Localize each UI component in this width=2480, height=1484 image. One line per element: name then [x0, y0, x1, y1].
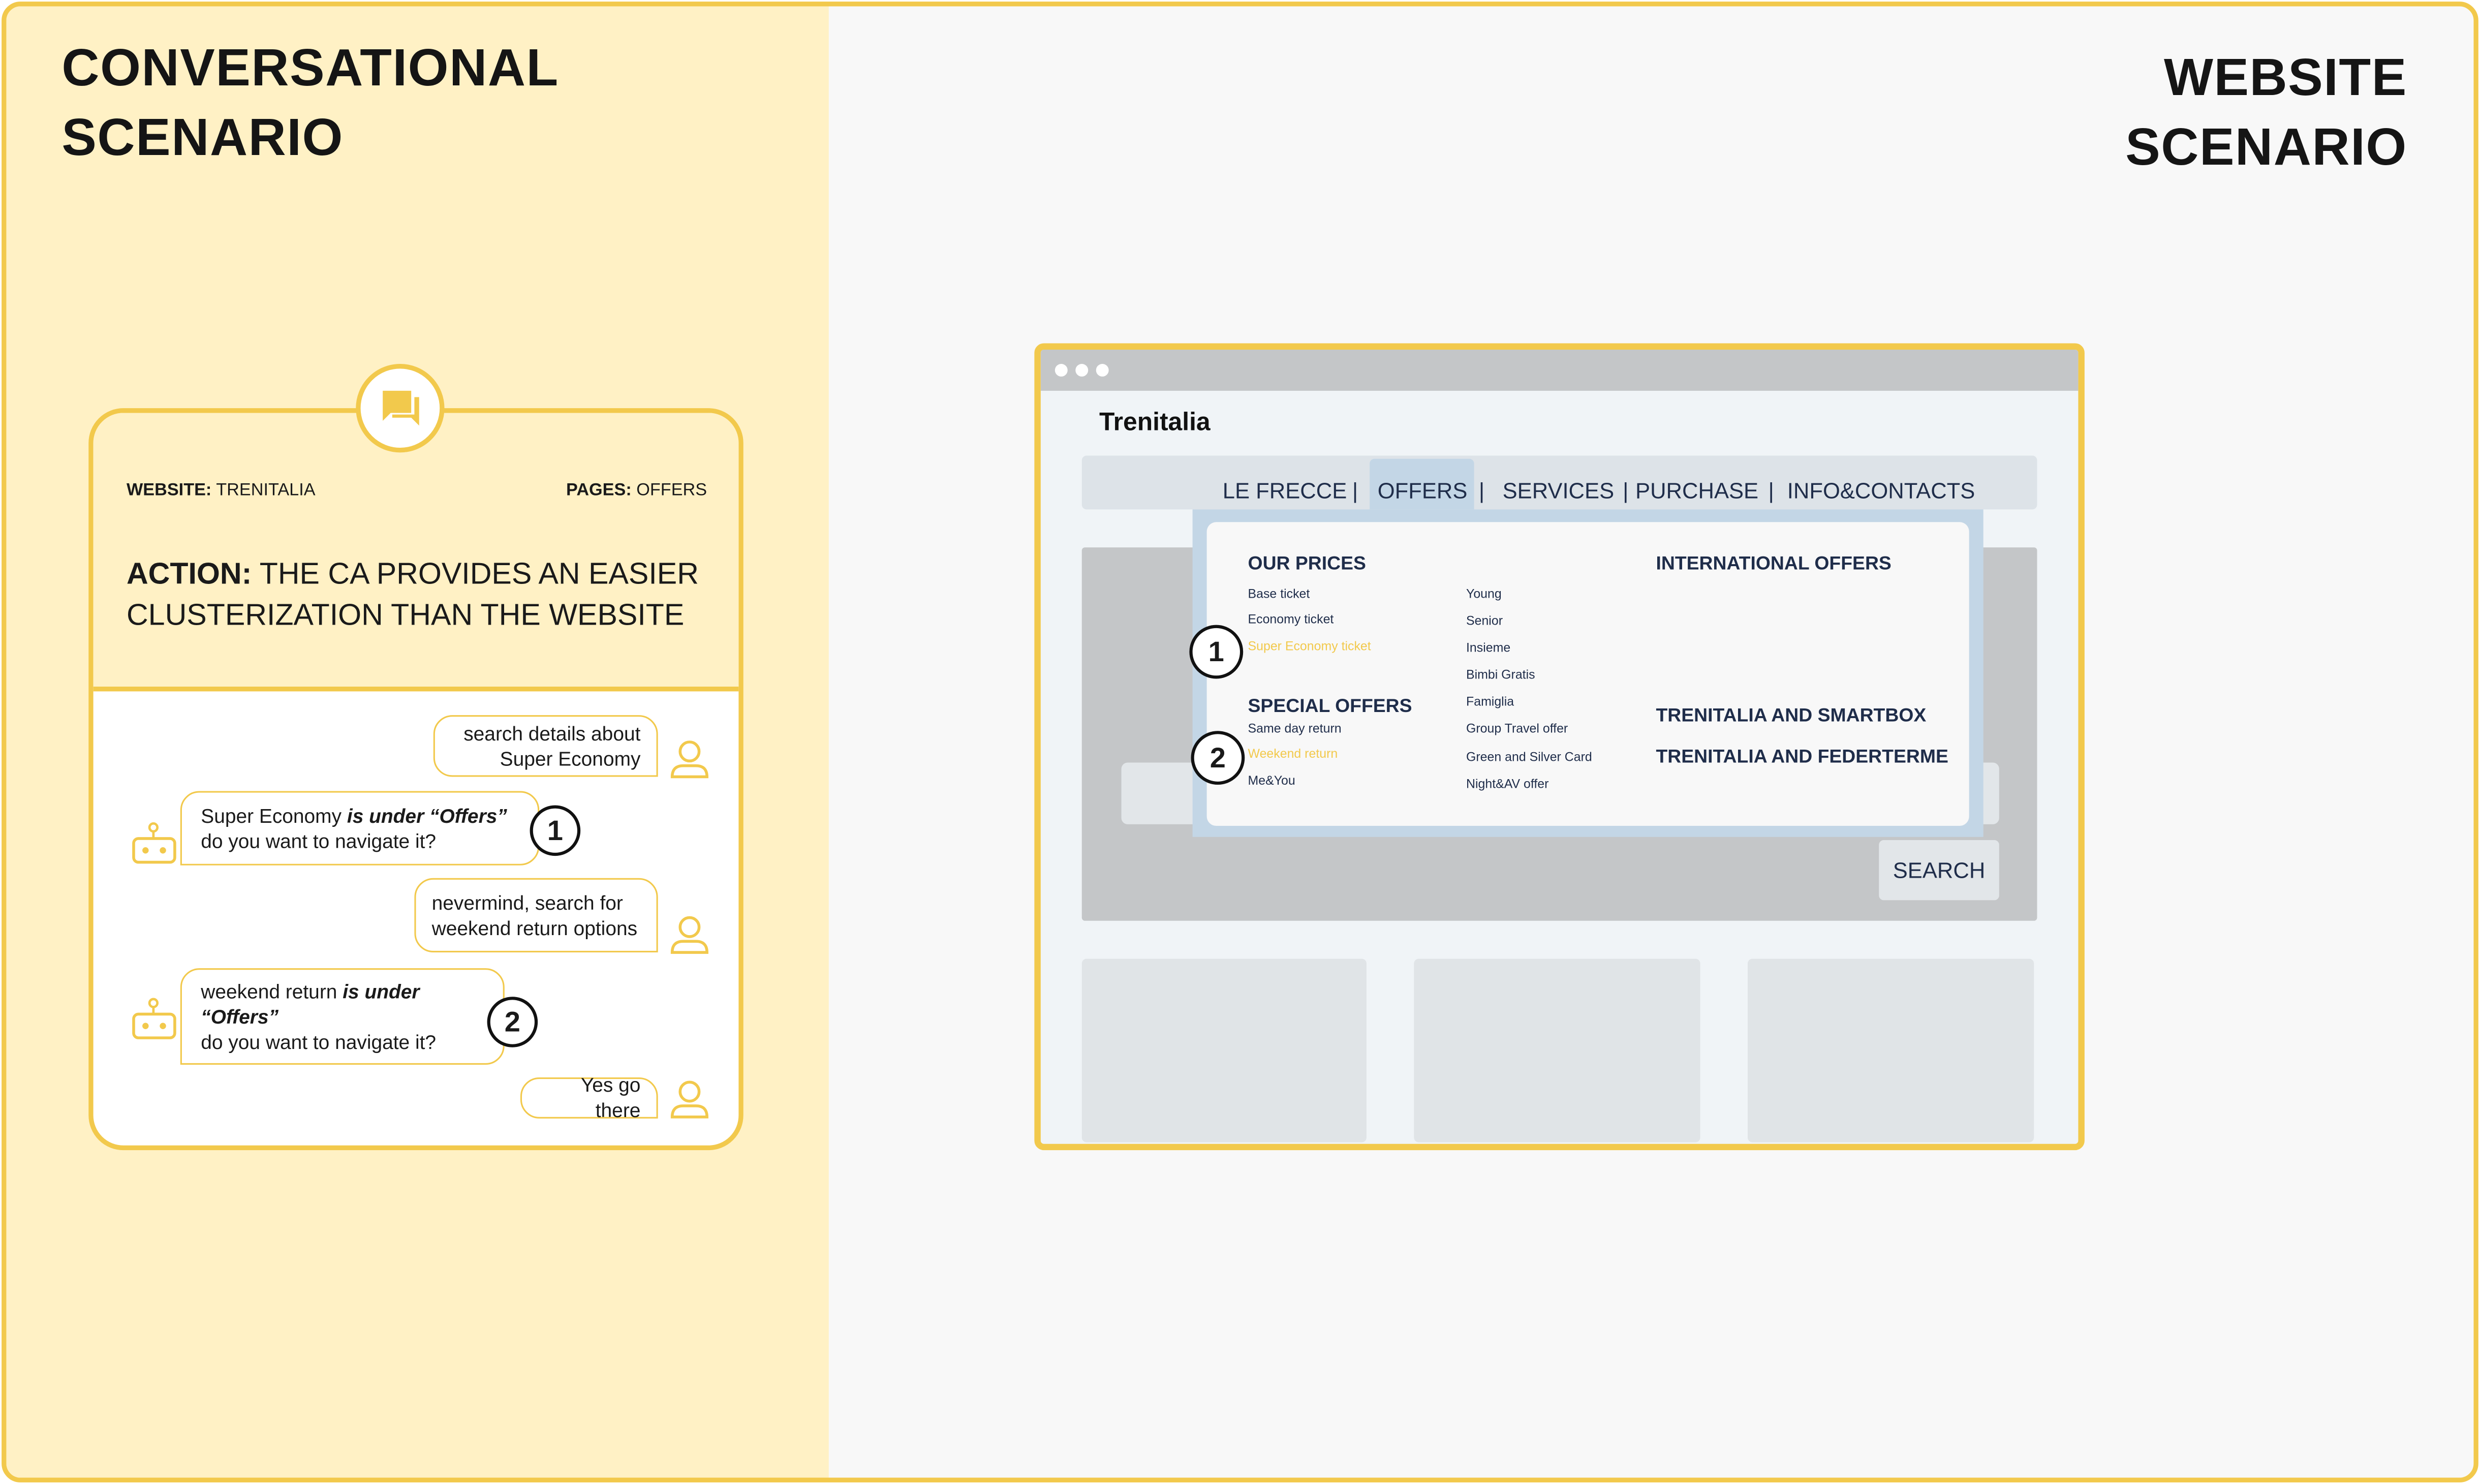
- title-line: SCENARIO: [2125, 117, 2407, 176]
- figure-frame: CONVERSATIONAL SCENARIO WEBSITE SCENARIO W…: [2, 2, 2478, 1482]
- menu-item-weekend-return[interactable]: Weekend return: [1248, 747, 1338, 761]
- pages-meta: PAGES: OFFERS: [566, 481, 707, 500]
- marker-1: 1: [530, 805, 581, 856]
- menu-item[interactable]: Me&You: [1248, 774, 1295, 788]
- window-dot-icon: [1096, 363, 1109, 377]
- menu-item[interactable]: Economy ticket: [1248, 612, 1334, 627]
- menu-heading-smartbox[interactable]: TRENITALIA AND SMARTBOX: [1656, 704, 1926, 726]
- content-card: [1747, 959, 2034, 1142]
- bot-message: Super Economy is under “Offers” do you wa…: [180, 791, 540, 865]
- window-dot-icon: [1055, 363, 1068, 377]
- marker-1: 1: [1189, 625, 1244, 679]
- menu-item-super-economy[interactable]: Super Economy ticket: [1248, 639, 1371, 654]
- menu-item[interactable]: Green and Silver Card: [1466, 750, 1592, 764]
- title-line: SCENARIO: [61, 107, 344, 166]
- marker-2: 2: [487, 997, 538, 1047]
- action-description: ACTION: THE CA PROVIDES AN EASIER CLUSTE…: [126, 558, 699, 633]
- menu-item[interactable]: Base ticket: [1248, 587, 1310, 601]
- nav-info-contacts[interactable]: INFO&CONTACTS: [1787, 476, 1975, 505]
- menu-heading-our-prices[interactable]: OUR PRICES: [1248, 552, 1366, 574]
- user-icon: [670, 740, 708, 779]
- user-message: Yes go there: [520, 1074, 658, 1122]
- menu-heading-international[interactable]: INTERNATIONAL OFFERS: [1656, 552, 1891, 574]
- dropdown-panel: OUR PRICES Base ticket Economy ticket Su…: [1206, 522, 1969, 826]
- nav-purchase[interactable]: PURCHASE: [1635, 476, 1758, 505]
- nav-services[interactable]: SERVICES: [1503, 476, 1615, 505]
- chat-bubbles-icon: [383, 390, 419, 426]
- website-title: WEBSITE SCENARIO: [2125, 43, 2407, 182]
- bot-message: weekend return is under “Offers” do you wa…: [180, 968, 505, 1065]
- nav-separator: |: [1352, 478, 1358, 503]
- menu-item[interactable]: Night&AV offer: [1466, 777, 1548, 791]
- robot-icon: [132, 998, 176, 1039]
- nav-le-frecce[interactable]: LE FRECCE: [1223, 476, 1347, 505]
- website-mockup: Trenitalia LE FRECCE | OFFERS | SERVICES…: [1034, 343, 2085, 1151]
- marker-2: 2: [1191, 731, 1245, 785]
- menu-item[interactable]: Group Travel offer: [1466, 722, 1568, 736]
- menu-item[interactable]: Senior: [1466, 614, 1503, 628]
- content-card: [1081, 959, 1367, 1142]
- user-icon: [670, 1080, 708, 1119]
- window-dot-icon: [1075, 363, 1089, 377]
- browser-titlebar: [1040, 349, 2079, 391]
- user-message: search details about Super Economy: [433, 715, 658, 777]
- nav-separator: |: [1623, 478, 1629, 503]
- search-button[interactable]: SEARCH: [1879, 840, 1999, 901]
- robot-icon: [132, 822, 176, 864]
- title-line: WEBSITE: [2163, 47, 2407, 106]
- card-header: WEBSITE: TRENITALIA PAGES: OFFERS ACTION…: [93, 413, 739, 692]
- brand-logo[interactable]: Trenitalia: [1099, 410, 1211, 438]
- menu-item[interactable]: Young: [1466, 587, 1502, 601]
- user-message: nevermind, search for weekend return opti…: [414, 878, 658, 953]
- menu-heading-special-offers[interactable]: SPECIAL OFFERS: [1248, 695, 1412, 717]
- menu-item[interactable]: Famiglia: [1466, 695, 1514, 709]
- menu-item[interactable]: Bimbi Gratis: [1466, 668, 1535, 682]
- menu-heading-federterme[interactable]: TRENITALIA AND FEDERTERME: [1656, 745, 1948, 767]
- scenario-card: WEBSITE: TRENITALIA PAGES: OFFERS ACTION…: [88, 408, 743, 1151]
- nav-offers[interactable]: OFFERS: [1378, 476, 1468, 505]
- menu-item[interactable]: Same day return: [1248, 722, 1342, 736]
- user-icon: [670, 916, 708, 954]
- nav-separator: |: [1478, 478, 1485, 503]
- chat-icon-badge: [356, 363, 445, 453]
- conversational-title: CONVERSATIONAL SCENARIO: [61, 33, 559, 172]
- content-card: [1414, 959, 1700, 1142]
- title-line: CONVERSATIONAL: [61, 38, 559, 97]
- website-meta: WEBSITE: TRENITALIA: [126, 481, 316, 500]
- menu-item[interactable]: Insieme: [1466, 641, 1510, 655]
- offers-dropdown: OUR PRICES Base ticket Economy ticket Su…: [1192, 509, 1983, 837]
- nav-separator: |: [1768, 478, 1774, 503]
